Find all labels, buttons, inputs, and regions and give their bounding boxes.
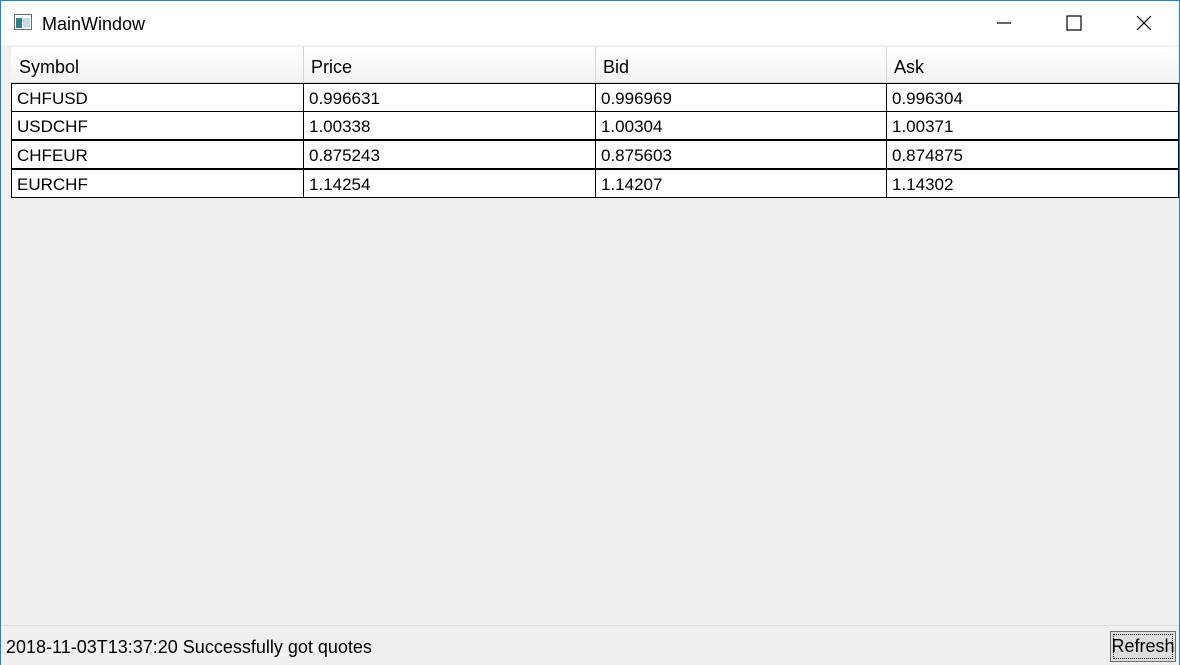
cell-bid[interactable]: 1.00304 <box>595 111 887 140</box>
status-message: 2018-11-03T13:37:20 Successfully got quo… <box>6 637 372 657</box>
minimize-icon <box>997 22 1011 24</box>
refresh-button[interactable]: Refresh <box>1110 631 1176 662</box>
cell-symbol[interactable]: CHFEUR <box>11 140 304 169</box>
cell-ask[interactable]: 1.00371 <box>886 111 1179 140</box>
window-title: MainWindow <box>42 14 146 34</box>
cell-bid[interactable]: 1.14207 <box>595 169 887 198</box>
cell-ask[interactable]: 0.874875 <box>886 140 1179 169</box>
column-header-symbol[interactable]: Symbol <box>11 47 304 82</box>
cell-ask[interactable]: 0.996304 <box>886 83 1179 112</box>
app-icon <box>14 14 32 30</box>
close-button[interactable] <box>1109 1 1179 45</box>
minimize-button[interactable] <box>969 1 1039 45</box>
table-row[interactable]: EURCHF 1.14254 1.14207 1.14302 <box>11 169 1179 198</box>
cell-bid[interactable]: 0.996969 <box>595 83 887 112</box>
status-bar: 2018-11-03T13:37:20 Successfully got quo… <box>1 625 1179 665</box>
title-bar[interactable]: MainWindow <box>1 1 1179 45</box>
cell-price[interactable]: 1.00338 <box>303 111 596 140</box>
grid-header: Symbol Price Bid Ask <box>11 47 1179 83</box>
focus-rectangle <box>1113 634 1173 659</box>
table-row[interactable]: CHFEUR 0.875243 0.875603 0.874875 <box>11 140 1179 169</box>
close-icon <box>1136 15 1152 31</box>
quotes-grid[interactable]: Symbol Price Bid Ask CHFUSD 0.996631 0.9… <box>11 47 1179 198</box>
cell-symbol[interactable]: CHFUSD <box>11 83 304 112</box>
table-row[interactable]: USDCHF 1.00338 1.00304 1.00371 <box>11 111 1179 140</box>
cell-price[interactable]: 0.996631 <box>303 83 596 112</box>
cell-ask[interactable]: 1.14302 <box>886 169 1179 198</box>
table-row[interactable]: CHFUSD 0.996631 0.996969 0.996304 <box>11 83 1179 112</box>
maximize-icon <box>1066 15 1082 31</box>
column-header-bid[interactable]: Bid <box>595 47 887 82</box>
maximize-button[interactable] <box>1039 1 1109 45</box>
cell-price[interactable]: 0.875243 <box>303 140 596 169</box>
cell-bid[interactable]: 0.875603 <box>595 140 887 169</box>
column-header-price[interactable]: Price <box>303 47 596 82</box>
main-window: MainWindow Symbol Price Bid Ask CHFUSD 0… <box>0 0 1180 665</box>
column-header-ask[interactable]: Ask <box>886 47 1179 82</box>
cell-symbol[interactable]: USDCHF <box>11 111 304 140</box>
cell-symbol[interactable]: EURCHF <box>11 169 304 198</box>
cell-price[interactable]: 1.14254 <box>303 169 596 198</box>
